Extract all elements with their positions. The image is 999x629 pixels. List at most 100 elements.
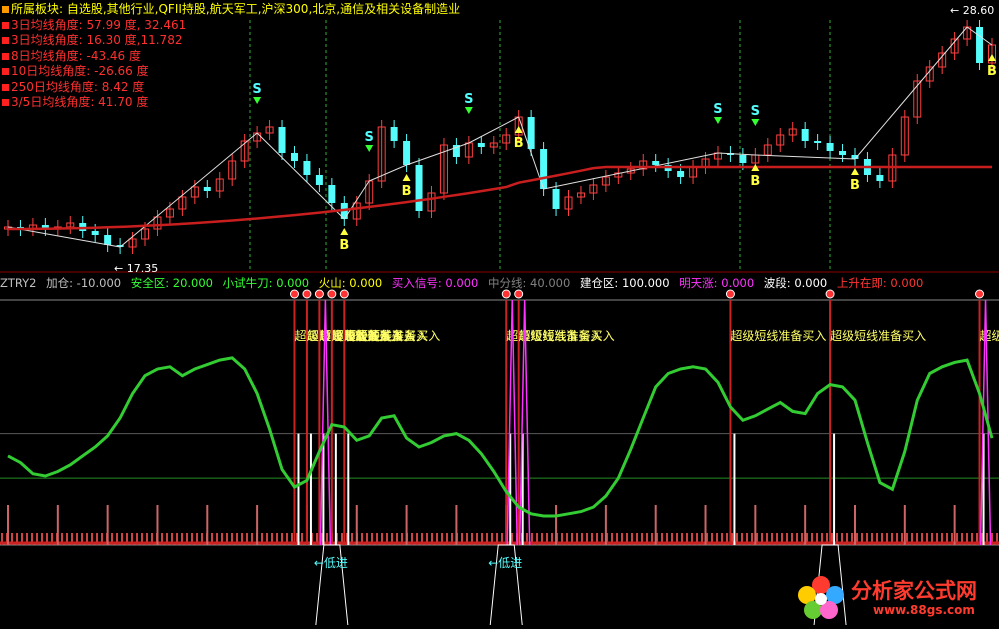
zigzag-line xyxy=(543,152,719,190)
candle-body xyxy=(876,175,884,181)
indicator-bar: ZTRY2 加仓: -10.000 安全区: 20.000 小试牛刀: 0.00… xyxy=(0,275,929,291)
candle-body xyxy=(739,155,747,163)
sector-label: 所属板块: 自选股,其他行业,QFII持股,航天军工,沪深300,北京,通信及相… xyxy=(11,2,461,16)
indicator-item: 建仓区: 100.000 xyxy=(579,276,670,290)
signal-dot-icon xyxy=(514,289,524,299)
candle-body xyxy=(303,161,311,175)
candle-body xyxy=(203,187,211,191)
watermark-brand: 分析家公式网 xyxy=(851,579,977,603)
signal-dot-icon xyxy=(327,289,337,299)
zigzag-line xyxy=(256,132,345,220)
candle-body xyxy=(315,175,323,185)
candle-body xyxy=(677,171,685,177)
signal-dot-icon xyxy=(314,289,324,299)
b-mark-label: B xyxy=(750,174,760,189)
s-arrow-icon xyxy=(751,119,760,126)
angle-text: 8日均线角度: -43.46 度 xyxy=(11,48,141,63)
indicator-item: 明天涨: 0.000 xyxy=(679,276,755,290)
angle-row: 8日均线角度: -43.46 度 xyxy=(2,49,460,65)
info-panel: 所属板块: 自选股,其他行业,QFII持股,航天军工,沪深300,北京,通信及相… xyxy=(2,2,460,111)
indicator-item: 安全区: 20.000 xyxy=(130,276,214,290)
candle-body xyxy=(976,27,984,63)
indicator-item: 波段: 0.000 xyxy=(763,276,828,290)
angle-row: 250日均线角度: 8.42 度 xyxy=(2,80,460,96)
signal-dot-icon xyxy=(825,289,835,299)
signal-dot-icon xyxy=(289,289,299,299)
candle-body xyxy=(552,189,560,209)
indicator-item: 上升在即: 0.000 xyxy=(836,276,924,290)
indicator-item: 买入信号: 0.000 xyxy=(391,276,479,290)
indicator-item: 火山: 0.000 xyxy=(318,276,383,290)
s-mark-label: S xyxy=(365,130,374,145)
square-icon xyxy=(2,37,9,44)
b-mark-label: B xyxy=(402,184,412,199)
flower-logo-icon xyxy=(798,576,844,619)
watermark-url: www.88gs.com xyxy=(873,603,975,617)
candle-body xyxy=(403,141,411,165)
candle-body xyxy=(814,141,822,143)
high-price-value: 28.60 xyxy=(962,4,995,17)
b-mark-label: B xyxy=(850,178,860,193)
s-mark-label: S xyxy=(751,104,760,119)
angle-text: 3日均线角度: 16.30 度,11.782 xyxy=(11,33,183,47)
low-price-value: 17.35 xyxy=(126,262,159,275)
s-arrow-icon xyxy=(713,117,722,124)
b-arrow-icon xyxy=(340,228,349,235)
signal-dot-icon xyxy=(339,289,349,299)
signal-text: 超级短线准备买入 xyxy=(730,328,826,343)
s-mark-label: S xyxy=(713,102,722,117)
b-arrow-icon xyxy=(402,174,411,181)
sector-square-icon xyxy=(2,6,9,13)
signal-text: 超级短线准备买入 xyxy=(830,328,926,343)
square-icon xyxy=(2,83,9,91)
s-arrow-icon xyxy=(365,145,374,152)
candle-body xyxy=(390,127,398,141)
angle-text: 250日均线角度: 8.42 度 xyxy=(11,79,145,94)
candle-body xyxy=(290,153,298,161)
angle-text: 3/5日均线角度: 41.70 度 xyxy=(11,95,149,109)
oscillator-line xyxy=(7,356,994,518)
b-arrow-icon xyxy=(514,126,523,133)
s-mark-label: S xyxy=(464,92,473,107)
candle-body xyxy=(652,161,660,165)
candle-body xyxy=(104,235,112,245)
signal-dot-icon xyxy=(975,289,985,299)
candle-body xyxy=(839,151,847,155)
signal-text: 超级短线准备买入 xyxy=(980,328,999,343)
signal-text: 超级短线准备买入 xyxy=(519,328,615,343)
square-icon xyxy=(2,21,9,29)
signal-dot-icon xyxy=(302,289,312,299)
b-arrow-icon xyxy=(850,168,859,175)
s-arrow-icon xyxy=(464,107,473,114)
watermark: 分析家公式网 www.88gs.com xyxy=(793,573,993,623)
b-arrow-icon xyxy=(988,54,996,61)
angle-row: 10日均线角度: -26.66 度 xyxy=(2,64,460,80)
indicator-item: 小试牛刀: 0.000 xyxy=(222,276,310,290)
candle-body xyxy=(415,165,423,211)
low-entry-label: ←低进 xyxy=(314,556,348,570)
b-mark-label: B xyxy=(514,136,524,151)
candle-body xyxy=(477,143,485,147)
candle-body xyxy=(826,143,834,151)
b-mark-label: B xyxy=(339,238,349,253)
indicator-name[interactable]: ZTRY2 xyxy=(0,276,37,290)
angle-row: 3/5日均线角度: 41.70 度 xyxy=(2,95,460,111)
zigzag-line xyxy=(854,26,968,160)
low-entry-label: ←低进 xyxy=(488,556,522,570)
angle-text: 10日均线角度: -26.66 度 xyxy=(11,64,149,78)
candle-body xyxy=(801,129,809,141)
angle-row: 3日均线角度: 57.99 度, 32.461 xyxy=(2,18,460,34)
zigzag-line xyxy=(119,132,258,248)
candle-body xyxy=(328,185,336,203)
candle-body xyxy=(278,127,286,153)
indicator-item: 中分线: 40.000 xyxy=(488,276,571,290)
candle-body xyxy=(91,231,99,235)
signal-dot-icon xyxy=(725,289,735,299)
high-price-label: ← 28.60 xyxy=(950,4,995,17)
angle-text: 3日均线角度: 57.99 度, 32.461 xyxy=(11,17,187,32)
candle-body xyxy=(527,117,535,149)
signal-text: 超级短线准备买入 xyxy=(344,328,440,343)
square-icon xyxy=(2,52,9,60)
zigzag-line xyxy=(369,164,407,182)
square-icon xyxy=(2,68,9,75)
